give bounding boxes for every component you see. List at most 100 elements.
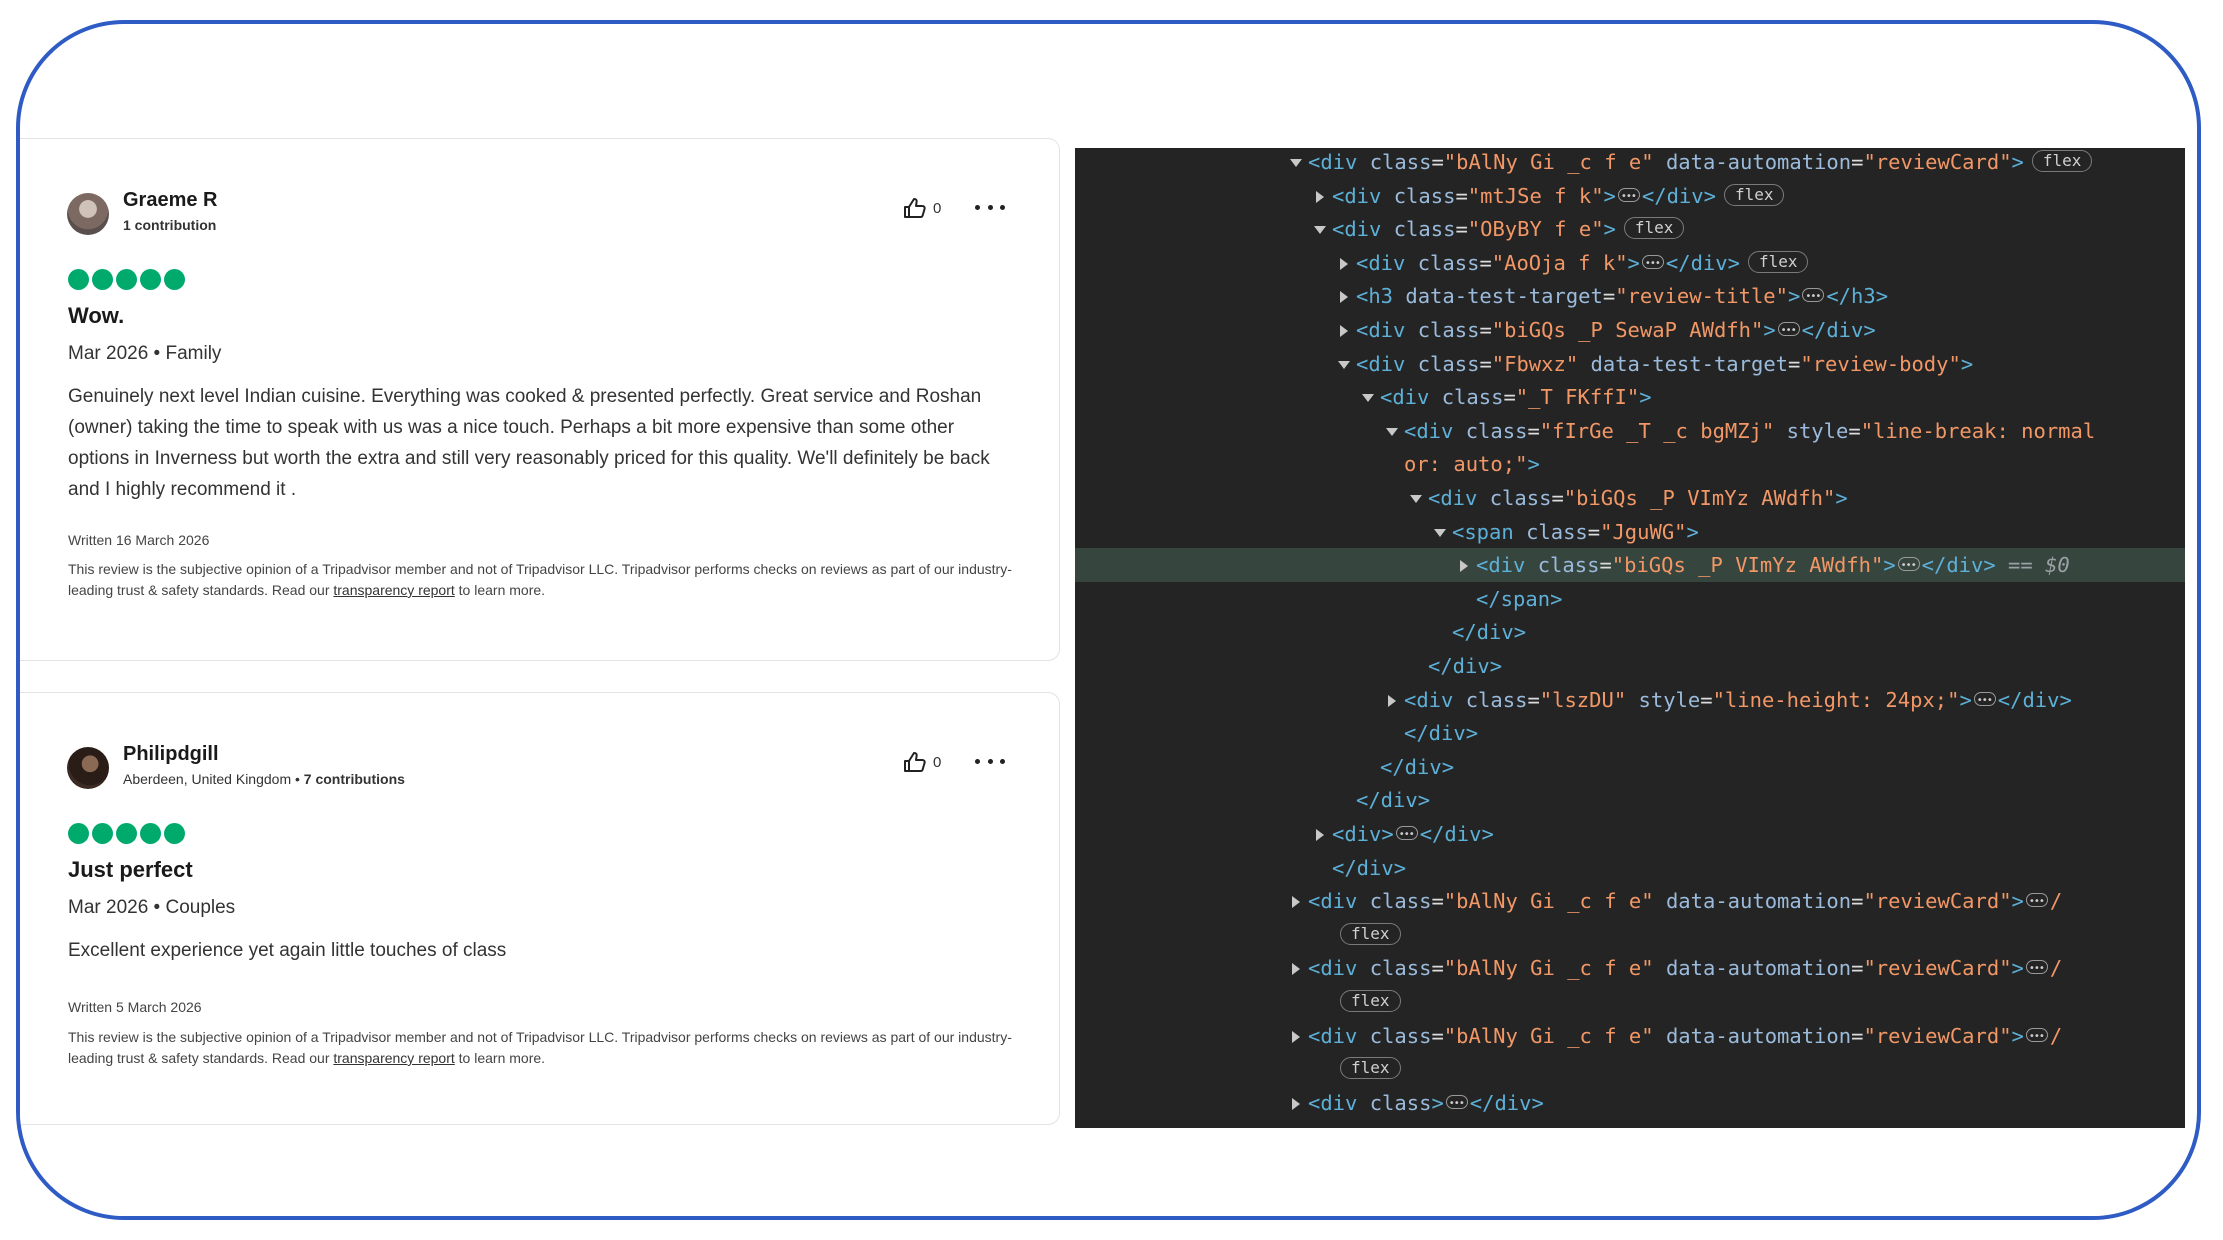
collapse-triangle-icon[interactable] [1362,394,1374,403]
more-options-icon[interactable] [975,751,1005,771]
ellipsis-icon[interactable] [1445,1087,1468,1121]
dom-node-row[interactable]: <div> </div> [1075,817,2185,852]
dom-node-row[interactable]: <div class="bAlNy Gi _c f e" data-automa… [1075,951,2185,986]
dom-node-row[interactable]: flex [1075,985,2185,1019]
review-disclaimer: This review is the subjective opinion of… [68,1027,1018,1069]
expand-triangle-icon[interactable] [1292,1097,1300,1110]
expand-triangle-icon[interactable] [1292,896,1300,909]
expand-triangle-icon[interactable] [1340,257,1348,270]
dom-node-row[interactable]: </div> [1075,615,2185,649]
review-date-trip: Mar 2026 • Family [68,343,222,364]
dom-node-row[interactable]: <div class="lszDU" style="line-height: 2… [1075,683,2185,718]
dom-node-markup: <div class="bAlNy Gi _c f e" data-automa… [1308,889,2024,914]
thumbs-up-icon [903,751,927,773]
dom-node-row[interactable]: <div class="mtJSe f k"> </div> flex [1075,179,2185,214]
dom-node-row[interactable]: <div class="bAlNy Gi _c f e" data-automa… [1075,148,2185,179]
dom-node-markup: <div class="biGQs _P VImYz AWdfh"> [1428,486,1848,510]
flex-badge[interactable]: flex [1747,250,1809,273]
collapse-triangle-icon[interactable] [1290,159,1302,167]
ellipsis-icon[interactable] [2025,1020,2048,1054]
dom-node-row[interactable]: </div> [1075,783,2185,817]
dom-node-close: </div> [1641,183,1716,208]
dom-node-row[interactable]: <div class="bAlNy Gi _c f e" data-automa… [1075,1019,2185,1054]
dom-node-markup: <div class="bAlNy Gi _c f e" data-automa… [1308,956,2024,981]
dom-node-row[interactable]: </span> [1075,582,2185,616]
ellipsis-icon[interactable] [1777,314,1800,348]
dom-node-markup: <div class="biGQs _P SewaP AWdfh"> [1356,318,1776,342]
rating-bubble [164,823,185,844]
rating-bubble [116,823,137,844]
dom-node-markup: <div class="Fbwxz" data-test-target="rev… [1356,351,1974,376]
expand-triangle-icon[interactable] [1388,694,1396,707]
reviewer-name[interactable]: Philipdgill [123,743,219,766]
flex-badge[interactable]: flex [1340,1057,1401,1080]
expand-triangle-icon[interactable] [1292,1030,1300,1043]
thumbs-up-icon [903,197,927,219]
collapse-triangle-icon[interactable] [1314,226,1326,235]
helpful-vote-button[interactable]: 0 [903,195,941,221]
dom-node-markup: <div class="AoOja f k"> [1356,250,1640,275]
ellipsis-icon[interactable] [1897,549,1920,583]
dom-node-row[interactable]: </div> [1075,649,2185,683]
dom-node-row[interactable]: </div> [1075,716,2185,750]
written-date: Written 16 March 2026 [68,532,210,548]
rating-bubble [140,823,161,844]
dom-node-row[interactable]: <div class="fIrGe _T _c bgMZj" style="li… [1075,414,2185,448]
ellipsis-icon[interactable] [1617,180,1640,214]
dom-node-row[interactable]: <div class> </div> [1075,1086,2185,1121]
more-options-icon[interactable] [975,197,1005,217]
flex-badge[interactable]: flex [1623,217,1685,240]
helpful-vote-button[interactable]: 0 [903,749,941,775]
ellipsis-icon[interactable] [1641,247,1664,281]
reviews-panel: Graeme R 1 contribution 0 Wow. Mar 2026 … [20,24,1080,1216]
dom-node-row[interactable]: flex [1075,1052,2185,1086]
expand-triangle-icon[interactable] [1460,560,1468,573]
dom-node-row[interactable]: <div class="OByBY f e"> flex [1075,212,2185,246]
dom-node-row[interactable]: <div class="bAlNy Gi _c f e" data-automa… [1075,884,2185,919]
dom-node-row[interactable]: <h3 data-test-target="review-title"> </h3… [1075,279,2185,314]
expand-triangle-icon[interactable] [1340,291,1348,304]
transparency-report-link[interactable]: transparency report [333,1050,454,1066]
dom-node-row[interactable]: <div class="_T FKffI"> [1075,380,2185,414]
dom-node-row[interactable]: <div class="biGQs _P VImYz AWdfh"> [1075,481,2185,515]
ellipsis-icon[interactable] [1802,280,1825,314]
dom-node-markup: <div class="_T FKffI"> [1380,385,1652,410]
dom-node-row[interactable]: </div> [1075,750,2185,784]
flex-badge[interactable]: flex [1723,183,1785,206]
ellipsis-icon[interactable] [2025,885,2048,919]
expand-triangle-icon[interactable] [1316,190,1324,203]
avatar[interactable] [67,747,109,789]
ellipsis-icon[interactable] [1973,684,1996,718]
dom-node-markup: <div class="fIrGe _T _c bgMZj" style="li… [1404,418,2096,443]
dom-node-close: </h3> [1826,284,1889,309]
collapse-triangle-icon[interactable] [1434,528,1446,537]
transparency-report-link[interactable]: transparency report [333,582,454,598]
reviewer-name[interactable]: Graeme R [123,189,218,212]
dom-node-markup: </div> [1356,788,1431,813]
ellipsis-icon[interactable] [1395,818,1418,852]
dom-node-row[interactable]: </div> [1075,851,2185,885]
ellipsis-icon[interactable] [2025,952,2048,986]
dom-node-row[interactable]: <span class="JguWG"> [1075,515,2185,549]
expand-triangle-icon[interactable] [1316,829,1324,841]
flex-badge[interactable]: flex [1340,922,1401,945]
flex-badge[interactable]: flex [2031,150,2093,172]
review-disclaimer: This review is the subjective opinion of… [68,559,1018,601]
collapse-triangle-icon[interactable] [1338,360,1350,369]
dom-node-row[interactable]: <div class="biGQs _P VImYz AWdfh"> </div>… [1075,548,2185,583]
dom-node-markup: <div class> [1308,1090,1444,1115]
collapse-triangle-icon[interactable] [1410,495,1422,503]
expand-triangle-icon[interactable] [1340,325,1348,337]
flex-badge[interactable]: flex [1340,990,1401,1012]
expand-triangle-icon[interactable] [1292,963,1300,976]
dom-node-row[interactable]: <div class="Fbwxz" data-test-target="rev… [1075,347,2185,381]
dom-node-row[interactable]: flex [1075,918,2185,952]
review-title[interactable]: Just perfect [68,857,193,883]
dom-node-row[interactable]: or: auto;"> [1075,447,2185,481]
dom-node-row[interactable]: <div class="biGQs _P SewaP AWdfh"> </div> [1075,313,2185,348]
avatar[interactable] [67,193,109,235]
collapse-triangle-icon[interactable] [1386,427,1398,436]
dom-node-row[interactable]: <div class="AoOja f k"> </div> flex [1075,246,2185,281]
review-title[interactable]: Wow. [68,303,124,329]
rating-bubbles [68,269,185,290]
